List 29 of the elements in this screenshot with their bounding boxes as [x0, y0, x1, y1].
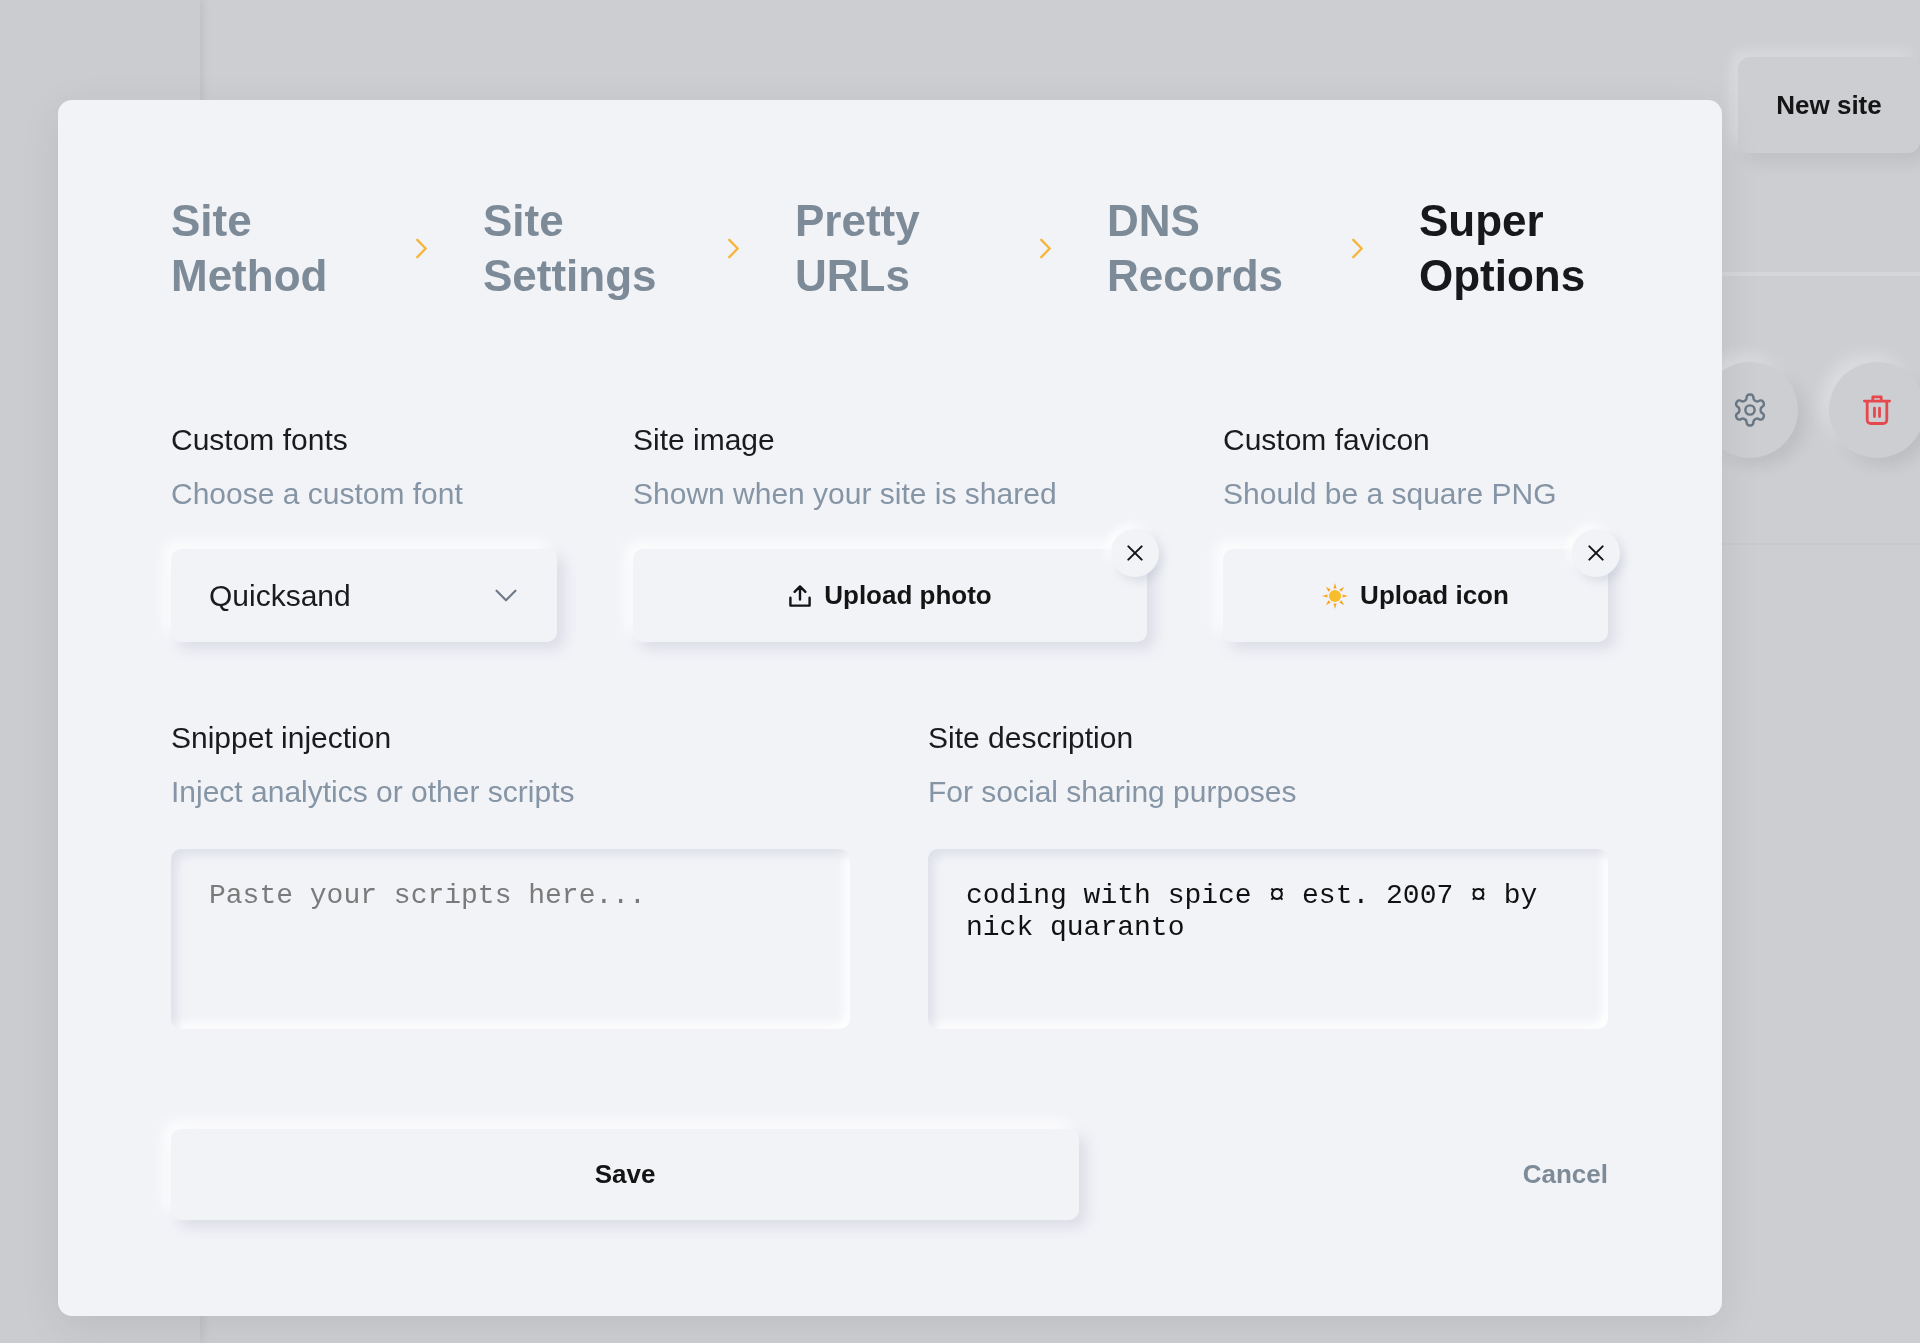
field-label: Custom fonts [171, 422, 349, 458]
close-icon [1127, 545, 1143, 561]
textarea-field[interactable]: Paste your scripts here... [171, 849, 850, 1029]
upload-icon [788, 583, 813, 608]
save-button[interactable]: Save [171, 1129, 1079, 1220]
upload-button[interactable]: Upload photo [633, 549, 1147, 642]
upload-button[interactable]: Upload icon [1223, 549, 1608, 642]
chevron-down-icon [495, 589, 517, 602]
wizard-step[interactable]: Super Options [1419, 193, 1586, 303]
field-label: Snippet injection [171, 720, 393, 756]
field-hint: Choose a custom font [171, 476, 464, 512]
chevron-right-icon [415, 237, 428, 259]
chevron-right-icon [727, 237, 740, 259]
settings-icon [1733, 392, 1767, 427]
field-label: Custom favicon [1223, 422, 1431, 458]
field-hint: Shown when your site is shared [633, 476, 1058, 512]
field-hint: Should be a square PNG [1223, 476, 1558, 512]
field-label: Site image [633, 422, 776, 458]
new-site-button[interactable]: New site [1738, 57, 1920, 153]
font-dropdown[interactable]: Quicksand [171, 549, 557, 642]
close-icon [1588, 545, 1604, 561]
chevron-right-icon [1351, 237, 1364, 259]
field-hint: For social sharing purposes [928, 774, 1298, 810]
textarea-field[interactable]: coding with spice ¤ est. 2007 ¤ by nick quaranto [928, 849, 1608, 1029]
field-hint: Inject analytics or other scripts [171, 774, 576, 810]
trash-icon [1863, 394, 1891, 425]
field-label: Site description [928, 720, 1135, 756]
chevron-right-icon [1039, 237, 1052, 259]
sun-icon [1322, 582, 1349, 609]
